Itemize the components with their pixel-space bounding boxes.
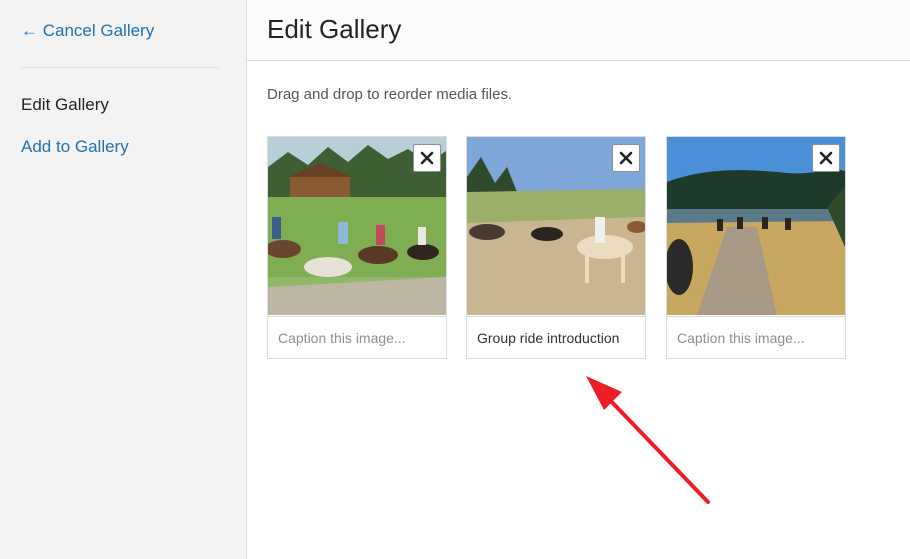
caption-input[interactable] [667, 316, 845, 358]
sidebar-item-add-to-gallery[interactable]: Add to Gallery [21, 137, 129, 157]
instructions-text: Drag and drop to reorder media files. [267, 86, 513, 103]
caption-input[interactable] [467, 316, 645, 358]
gallery-item[interactable] [466, 136, 646, 359]
header: Edit Gallery [247, 0, 910, 61]
cancel-gallery-link[interactable]: ← Cancel Gallery [21, 21, 154, 41]
page-title: Edit Gallery [267, 14, 402, 44]
gallery-item[interactable] [666, 136, 846, 359]
thumbnail-image[interactable] [667, 137, 845, 315]
close-icon [819, 151, 833, 165]
sidebar-divider [21, 67, 219, 68]
remove-image-button[interactable] [812, 144, 840, 172]
close-icon [420, 151, 434, 165]
sidebar-item-edit-gallery[interactable]: Edit Gallery [21, 95, 109, 115]
sidebar: ← Cancel Gallery Edit Gallery Add to Gal… [0, 0, 247, 559]
thumbnail-image[interactable] [268, 137, 446, 315]
remove-image-button[interactable] [612, 144, 640, 172]
thumbnail-image[interactable] [467, 137, 645, 315]
close-icon [619, 151, 633, 165]
caption-input[interactable] [268, 316, 446, 358]
remove-image-button[interactable] [413, 144, 441, 172]
gallery-item[interactable] [267, 136, 447, 359]
